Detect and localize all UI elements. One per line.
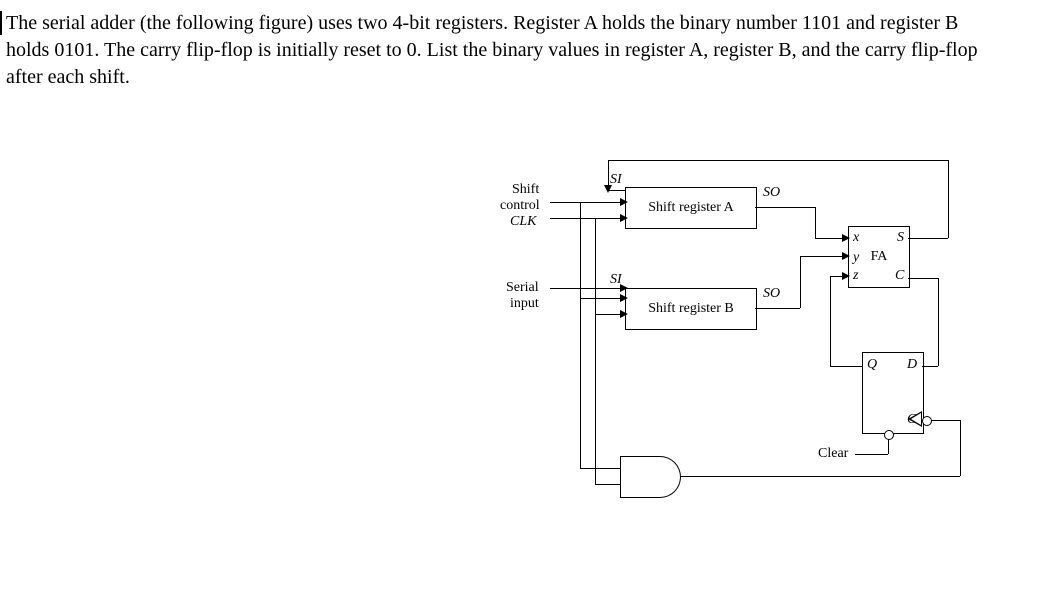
page-root: The serial adder (the following figure) … <box>0 0 1046 610</box>
shift-control-label-2: control <box>500 198 540 214</box>
serial-input-label-2: input <box>510 296 539 312</box>
shift-control-label-1: Shift <box>512 182 539 198</box>
fa-s: S <box>897 230 904 246</box>
and-gate-cap <box>652 456 681 498</box>
and-gate <box>620 456 653 498</box>
full-adder-text: FA <box>871 249 888 265</box>
shift-register-a-text: Shift register A <box>648 200 734 216</box>
clock-invert-bubble <box>922 416 932 426</box>
serial-input-label-1: Serial <box>506 280 539 296</box>
clk-label: CLK <box>510 214 536 230</box>
ff-q: Q <box>867 357 877 373</box>
shift-register-b: Shift register B <box>625 288 757 330</box>
fa-z: z <box>853 268 858 284</box>
fa-c: C <box>895 268 904 284</box>
ff-d: D <box>907 357 917 373</box>
clear-label: Clear <box>818 446 848 462</box>
so-a-label: SO <box>763 185 780 201</box>
serial-adder-diagram: Shift control CLK Serial input SI Shift … <box>470 160 1030 600</box>
shift-register-a: Shift register A <box>625 187 757 229</box>
text-cursor <box>0 11 2 35</box>
so-b-label: SO <box>763 286 780 302</box>
clear-bubble <box>884 430 894 440</box>
problem-statement: The serial adder (the following figure) … <box>6 10 1006 91</box>
fa-y: y <box>853 250 859 266</box>
fa-x: x <box>853 230 859 246</box>
shift-register-b-text: Shift register B <box>648 301 734 317</box>
